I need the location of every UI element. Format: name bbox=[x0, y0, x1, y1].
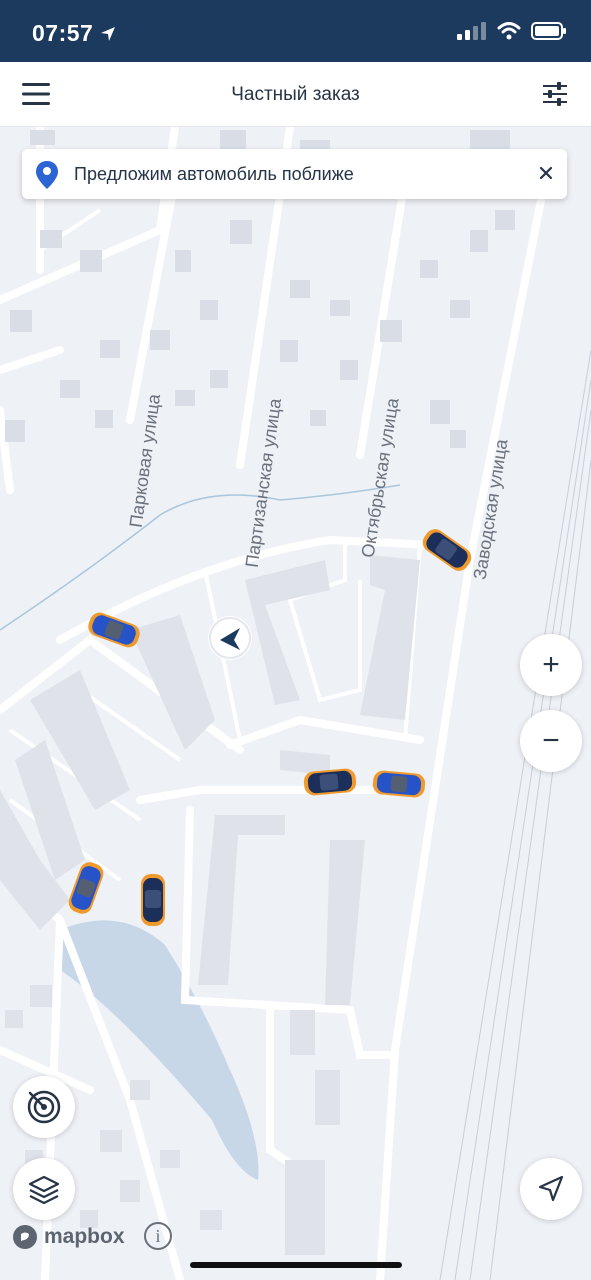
radar-icon bbox=[27, 1090, 61, 1124]
close-icon[interactable] bbox=[535, 162, 557, 184]
layers-button[interactable] bbox=[13, 1158, 75, 1220]
layers-icon bbox=[28, 1175, 60, 1205]
car-marker[interactable] bbox=[141, 874, 165, 926]
banner-text: Предложим автомобиль поближе bbox=[74, 164, 354, 184]
status-bar: 07:57 bbox=[0, 0, 591, 62]
my-location-button[interactable] bbox=[520, 1158, 582, 1220]
mapbox-logo-text: mapbox bbox=[44, 1225, 125, 1248]
home-indicator bbox=[190, 1262, 402, 1268]
cellular-signal-icon bbox=[457, 22, 486, 40]
app-header: Частный заказ bbox=[0, 62, 591, 127]
info-icon: i bbox=[155, 1225, 161, 1246]
zoom-out-button[interactable]: − bbox=[520, 710, 582, 772]
map-view[interactable]: Парковая улица Партизанская улица Октябр… bbox=[0, 127, 591, 1280]
page-title: Частный заказ bbox=[231, 84, 360, 105]
suggestion-banner: Предложим автомобиль поближе bbox=[22, 149, 567, 199]
navigation-arrow-icon bbox=[538, 1175, 564, 1202]
mapbox-logo-icon bbox=[13, 1225, 37, 1249]
location-pin-icon bbox=[36, 161, 58, 189]
status-time: 07:57 bbox=[32, 20, 94, 46]
car-marker[interactable] bbox=[303, 768, 357, 796]
zoom-in-button[interactable]: + bbox=[520, 634, 582, 696]
car-marker[interactable] bbox=[372, 770, 426, 798]
status-icons bbox=[457, 22, 567, 40]
mapbox-logo[interactable]: mapbox bbox=[12, 1224, 125, 1250]
location-arrow-icon bbox=[101, 27, 115, 41]
attribution-info-button[interactable]: i bbox=[144, 1222, 172, 1250]
sliders-icon[interactable] bbox=[543, 82, 567, 106]
map-canvas bbox=[0, 127, 591, 1280]
battery-icon bbox=[531, 22, 566, 40]
zoom-in-label: + bbox=[542, 648, 560, 681]
wifi-icon bbox=[497, 22, 521, 40]
radar-button[interactable] bbox=[13, 1076, 75, 1138]
zoom-out-label: − bbox=[542, 724, 560, 757]
